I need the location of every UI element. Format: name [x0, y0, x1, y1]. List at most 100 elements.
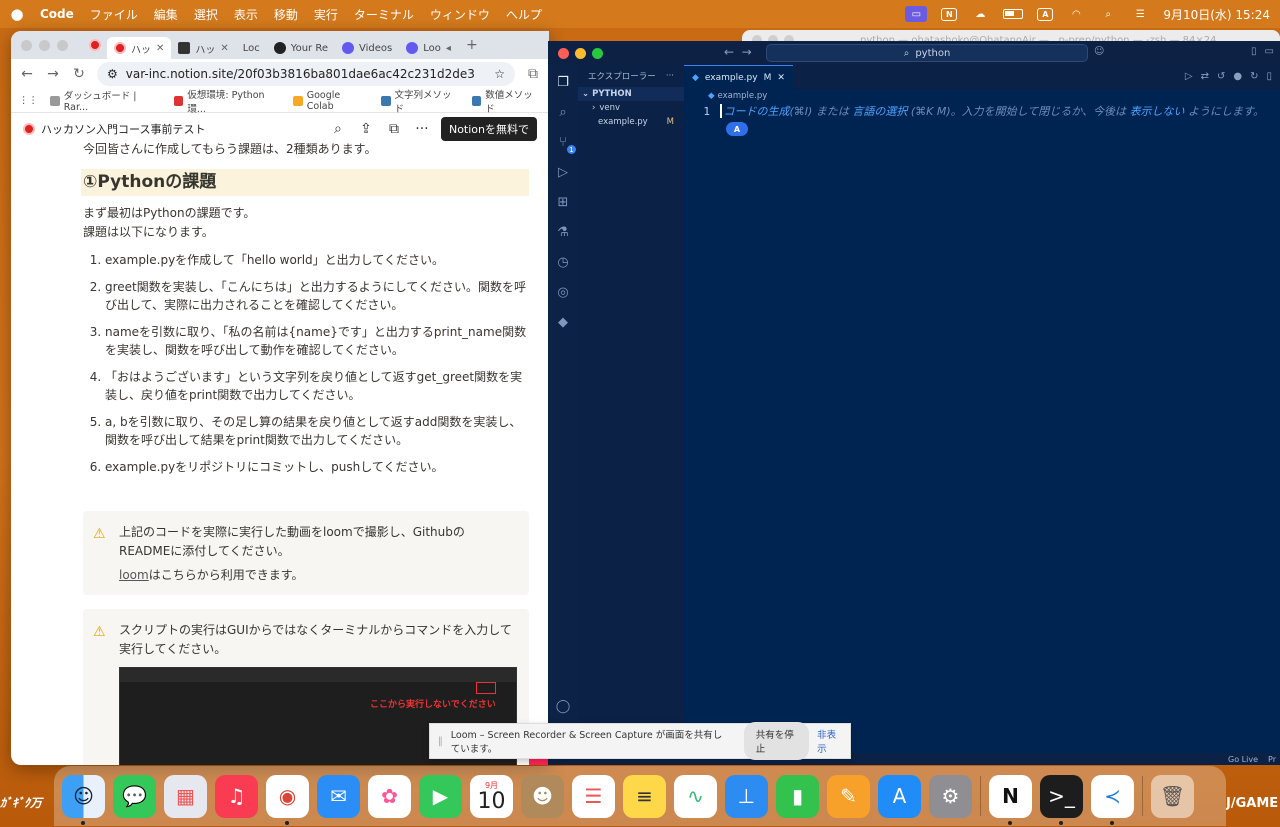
- toggle-panel-icon[interactable]: ▭: [1265, 46, 1274, 57]
- menu-view[interactable]: 表示: [234, 6, 258, 23]
- launchpad-icon[interactable]: ▦: [164, 774, 207, 818]
- app-store-icon[interactable]: A: [878, 774, 921, 818]
- menu-terminal[interactable]: ターミナル: [354, 6, 414, 23]
- nav-arrows-icon[interactable]: ← →: [724, 45, 752, 59]
- generate-code-link[interactable]: コードの生成: [724, 105, 790, 118]
- bookmark-item[interactable]: 仮想環境: Python環...: [173, 87, 281, 115]
- testing-icon[interactable]: ⚗: [554, 223, 572, 241]
- close-icon[interactable]: ✕: [777, 73, 785, 83]
- search-icon[interactable]: ⌕: [554, 103, 572, 121]
- command-center-search[interactable]: ⌕ python: [766, 44, 1088, 62]
- contacts-icon[interactable]: ☻: [521, 774, 564, 818]
- toggle-sidebar-icon[interactable]: ▯: [1251, 46, 1257, 57]
- finder-icon[interactable]: ☺: [62, 774, 105, 825]
- split-editor-icon[interactable]: ▯: [1266, 71, 1272, 82]
- photos-icon[interactable]: ✿: [368, 774, 411, 818]
- menu-go[interactable]: 移動: [274, 6, 298, 23]
- extensions-icon[interactable]: ⊞: [554, 193, 572, 211]
- chrome-close-dot[interactable]: [21, 39, 32, 51]
- menu-file[interactable]: ファイル: [90, 6, 138, 23]
- timeline-icon[interactable]: ◷: [554, 253, 572, 271]
- apple-icon[interactable]: ●: [10, 5, 24, 23]
- run-icon[interactable]: ▷: [1185, 71, 1193, 82]
- close-icon[interactable]: ✕: [220, 43, 228, 54]
- audio-icon[interactable]: ◂: [446, 43, 451, 54]
- back-button[interactable]: ←: [19, 66, 35, 82]
- address-bar[interactable]: ⚙ var-inc.notion.site/20f03b3816ba801dae…: [97, 62, 515, 86]
- tab-github[interactable]: Your Re: [267, 37, 335, 59]
- stop-sharing-button[interactable]: 共有を停止: [743, 722, 810, 760]
- control-center-icon[interactable]: ☰: [1131, 7, 1149, 21]
- vscode-max-dot[interactable]: [592, 47, 603, 59]
- notion-app-icon[interactable]: N: [989, 774, 1032, 825]
- tab-loom-2[interactable]: Loo ◂: [399, 37, 458, 59]
- site-info-icon[interactable]: ⚙: [107, 67, 118, 81]
- mail-icon[interactable]: ✉: [317, 774, 360, 818]
- pinned-tab-icon[interactable]: [89, 39, 101, 51]
- page-title[interactable]: ハッカソン入門コース事前テスト: [41, 121, 205, 137]
- remote-icon[interactable]: ◎: [554, 283, 572, 301]
- share-icon[interactable]: ⇪: [357, 121, 375, 137]
- search-icon[interactable]: ⌕: [329, 121, 347, 137]
- reminders-icon[interactable]: ☰: [572, 774, 615, 818]
- notion-menubar-icon[interactable]: N: [941, 7, 958, 21]
- explorer-icon[interactable]: ❐: [554, 73, 572, 91]
- run-debug-icon[interactable]: ▷: [554, 163, 572, 181]
- reload-button[interactable]: ↻: [71, 66, 87, 82]
- apps-grid-icon[interactable]: ⋮⋮: [19, 95, 38, 106]
- cloud-icon[interactable]: ☁: [971, 7, 989, 21]
- next-change-icon[interactable]: ↻: [1250, 71, 1258, 82]
- vscode-min-dot[interactable]: [575, 47, 586, 59]
- menu-edit[interactable]: 編集: [154, 6, 178, 23]
- loom-link[interactable]: loom: [119, 568, 149, 582]
- bookmark-item[interactable]: 文字列メソッド: [380, 87, 460, 115]
- tab-loom-videos[interactable]: Videos: [335, 37, 399, 59]
- chrome-icon[interactable]: ◉: [266, 774, 309, 825]
- try-notion-button[interactable]: Notionを無料で: [440, 117, 537, 141]
- file-example-py[interactable]: example.py M: [578, 115, 684, 129]
- previous-change-icon[interactable]: ↺: [1217, 71, 1225, 82]
- music-icon[interactable]: ♫: [215, 774, 258, 818]
- bookmark-item[interactable]: ダッシュボード | Rar...: [50, 88, 162, 113]
- spotlight-icon[interactable]: ⌕: [1099, 7, 1117, 21]
- calendar-icon[interactable]: 9月 10: [470, 774, 513, 818]
- new-tab-button[interactable]: +: [464, 37, 480, 53]
- project-folder[interactable]: ⌄ PYTHON: [578, 87, 684, 101]
- code-line-1[interactable]: 1 コードの生成(⌘I) または 言語の選択 (⌘K M)。入力を開始して閉じる…: [684, 103, 1280, 119]
- bookmark-item[interactable]: Google Colab: [292, 90, 369, 112]
- status-item[interactable]: Pr: [1268, 755, 1276, 764]
- close-icon[interactable]: ✕: [156, 43, 164, 54]
- breadcrumb[interactable]: ◆ example.py: [684, 89, 1280, 103]
- more-icon[interactable]: ···: [666, 71, 674, 81]
- system-settings-icon[interactable]: ⚙: [929, 774, 972, 818]
- bookmark-star-icon[interactable]: ☆: [494, 67, 505, 81]
- chrome-max-dot[interactable]: [57, 39, 68, 51]
- numbers-icon[interactable]: ▮: [776, 774, 819, 818]
- compare-icon[interactable]: ⇄: [1201, 71, 1209, 82]
- freeform-icon[interactable]: ∿: [674, 774, 717, 818]
- dot-icon[interactable]: ●: [1233, 71, 1242, 82]
- terminal-icon[interactable]: >_: [1040, 774, 1083, 825]
- menu-app-name[interactable]: Code: [40, 7, 74, 21]
- python-icon[interactable]: ◆: [554, 313, 572, 331]
- select-language-link[interactable]: 言語の選択: [852, 105, 907, 118]
- vscode-icon[interactable]: ≺: [1091, 774, 1134, 825]
- golive-button[interactable]: Go Live: [1228, 755, 1258, 764]
- more-icon[interactable]: ···: [413, 121, 431, 137]
- menu-help[interactable]: ヘルプ: [506, 6, 542, 23]
- chrome-min-dot[interactable]: [39, 39, 50, 51]
- duplicate-icon[interactable]: ⧉: [385, 121, 403, 137]
- tab-loom-1[interactable]: Loc: [236, 37, 549, 765]
- tab-notion-1[interactable]: ハッ ✕: [107, 37, 172, 59]
- hide-banner-link[interactable]: 非表示: [817, 727, 842, 755]
- menubar-clock[interactable]: 9月10日(水) 15:24: [1163, 6, 1270, 23]
- notes-icon[interactable]: ≡: [623, 774, 666, 818]
- drag-handle-icon[interactable]: ‖: [438, 736, 443, 747]
- extensions-icon[interactable]: ⧉: [525, 66, 541, 82]
- folder-venv[interactable]: › venv: [578, 101, 684, 115]
- forward-button[interactable]: →: [45, 66, 61, 82]
- menu-run[interactable]: 実行: [314, 6, 338, 23]
- bookmark-item[interactable]: 数値メソッド: [471, 87, 541, 115]
- dont-show-link[interactable]: 表示しない: [1130, 105, 1185, 118]
- editor-tab-example-py[interactable]: ◆ example.py M ✕: [684, 65, 793, 89]
